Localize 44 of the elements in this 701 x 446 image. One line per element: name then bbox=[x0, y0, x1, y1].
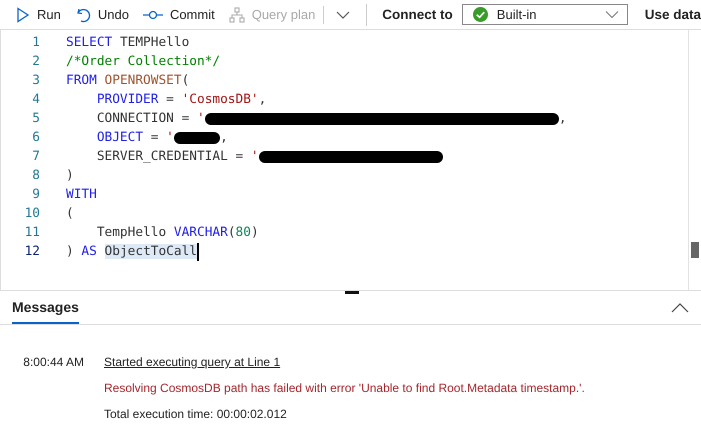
undo-icon bbox=[74, 6, 91, 22]
code-line: ( bbox=[66, 205, 74, 223]
line-number: 12 bbox=[24, 244, 40, 259]
run-button[interactable]: Run bbox=[16, 6, 61, 22]
code-line: PROVIDER = 'CosmosDB', bbox=[96, 91, 266, 109]
code-line: TempHello VARCHAR(80) bbox=[96, 224, 259, 242]
connect-label: Connect to bbox=[382, 7, 453, 22]
line-number: 8 bbox=[31, 168, 40, 183]
chevron-down-icon[interactable] bbox=[336, 10, 350, 20]
line-number: 3 bbox=[31, 73, 40, 88]
play-icon bbox=[16, 6, 30, 22]
messages-tab[interactable]: Messages bbox=[12, 291, 79, 324]
message-link[interactable]: Started executing query at Line 1 bbox=[104, 355, 280, 369]
undo-button[interactable]: Undo bbox=[74, 6, 129, 22]
line-number: 4 bbox=[31, 92, 40, 107]
code-line: /*Order Collection*/ bbox=[66, 53, 220, 71]
line-number: 9 bbox=[31, 187, 40, 202]
resize-handle[interactable] bbox=[345, 291, 359, 294]
commit-button[interactable]: Commit bbox=[142, 7, 215, 22]
line-number: 2 bbox=[31, 54, 40, 69]
connection-dropdown[interactable]: Built-in bbox=[462, 4, 628, 25]
line-number: 7 bbox=[31, 149, 40, 164]
code-line: WITH bbox=[66, 186, 97, 204]
code-line: SELECT TEMPHello bbox=[66, 34, 190, 52]
message-time: 8:00:44 AM bbox=[22, 355, 85, 369]
hierarchy-icon bbox=[228, 6, 245, 22]
database-label: Use data bbox=[644, 7, 701, 22]
code-line: ) AS ObjectToCall bbox=[66, 242, 199, 261]
code-line: OBJECT = ' , bbox=[96, 129, 228, 147]
collapse-icon[interactable] bbox=[671, 302, 689, 312]
chevron-down-icon bbox=[604, 10, 619, 19]
error-message: Resolving CosmosDB path has failed with error 'Unable to find Root.Metadata timestamp.'. bbox=[104, 381, 585, 395]
line-number: 10 bbox=[24, 206, 40, 221]
scrollbar[interactable] bbox=[688, 30, 701, 290]
line-number: 11 bbox=[24, 225, 40, 240]
commit-icon bbox=[142, 8, 163, 20]
code-line: SERVER_CREDENTIAL = ' bbox=[66, 147, 444, 166]
message-text: Total execution time: 00:00:02.012 bbox=[104, 407, 287, 421]
code-line: FROM OPENROWSET( bbox=[66, 72, 190, 90]
line-number: 1 bbox=[31, 35, 40, 50]
code-line: ) bbox=[66, 167, 74, 185]
line-number: 5 bbox=[31, 111, 40, 126]
line-number: 6 bbox=[31, 130, 40, 145]
check-circle-icon bbox=[472, 7, 488, 22]
